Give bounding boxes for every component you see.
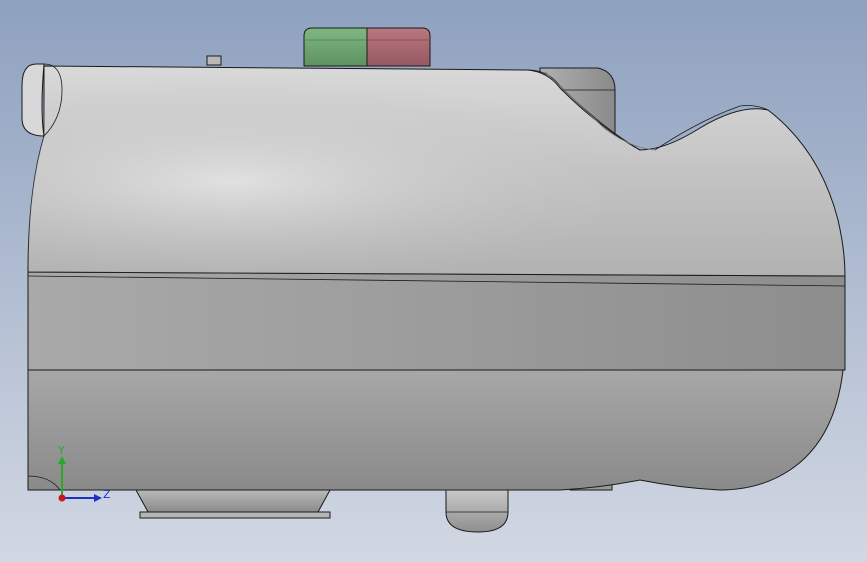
stop-button-red[interactable] xyxy=(366,27,431,67)
top-pin xyxy=(206,55,222,66)
model-view[interactable] xyxy=(0,0,867,562)
body-lower-shell xyxy=(27,369,844,491)
start-button-green[interactable] xyxy=(303,27,368,67)
body-middle-band xyxy=(27,271,846,371)
bottom-foot-left xyxy=(135,489,331,519)
coordinate-triad: Y Z xyxy=(57,444,111,502)
z-axis-label: Z xyxy=(103,488,111,501)
y-axis-label: Y xyxy=(57,444,65,457)
bottom-knob-right xyxy=(445,489,509,533)
cad-viewport[interactable]: Y Z xyxy=(0,0,867,562)
